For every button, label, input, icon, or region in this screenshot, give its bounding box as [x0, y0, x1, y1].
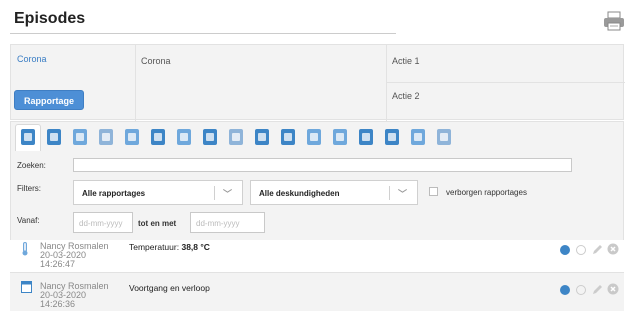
thermometer-icon: [22, 242, 28, 256]
calendar-icon[interactable]: [45, 128, 63, 146]
report-description: Voortgang en verloop: [129, 283, 210, 293]
delete-icon[interactable]: [607, 283, 619, 295]
briefcase-icon[interactable]: [71, 128, 89, 146]
stethoscope-icon[interactable]: [279, 128, 297, 146]
filters-label: Filters:: [17, 184, 41, 193]
hidden-reports-label: verborgen rapportages: [446, 188, 527, 197]
report-icon[interactable]: [19, 128, 37, 146]
printer-icon[interactable]: [603, 11, 625, 31]
report-type-select[interactable]: Alle rapportages ﹀: [73, 180, 243, 205]
title-divider: [10, 33, 396, 34]
report-time: 14:26:47: [40, 259, 76, 269]
expertise-select-value: Alle deskundigheden: [259, 189, 340, 198]
edit-icon[interactable]: [592, 244, 603, 255]
bottle-icon[interactable]: [175, 128, 193, 146]
thermometer-icon[interactable]: [123, 128, 141, 146]
report-row[interactable]: Nancy Rosmalen 20-03-2020 14:26:36 Voort…: [10, 272, 624, 311]
action-2[interactable]: Actie 2: [392, 91, 420, 101]
view-icon[interactable]: [576, 245, 586, 255]
expertise-select[interactable]: Alle deskundigheden ﹀: [250, 180, 418, 205]
hidden-reports-checkbox[interactable]: [429, 187, 438, 196]
until-date-input[interactable]: dd-mm-yyyy: [190, 212, 265, 233]
bandage-icon[interactable]: [201, 128, 219, 146]
report-desc-label: Temperatuur:: [129, 242, 180, 252]
from-date-input[interactable]: dd-mm-yyyy: [73, 212, 133, 233]
until-date-placeholder: dd-mm-yyyy: [196, 219, 240, 228]
report-type-select-value: Alle rapportages: [82, 189, 146, 198]
report-desc-value: 38,8 °C: [181, 242, 210, 252]
checklist-icon[interactable]: [305, 128, 323, 146]
from-label: Vanaf:: [17, 216, 40, 225]
episode-info-panel: [10, 44, 625, 121]
search-input[interactable]: [73, 158, 572, 172]
id-card-icon[interactable]: [383, 128, 401, 146]
chevron-down-icon: ﹀: [398, 189, 408, 199]
episode-name: Corona: [141, 56, 171, 66]
from-date-placeholder: dd-mm-yyyy: [79, 219, 123, 228]
until-label: tot en met: [138, 219, 177, 228]
heart-icon[interactable]: [97, 128, 115, 146]
search-label: Zoeken:: [17, 161, 46, 170]
face-icon[interactable]: [331, 128, 349, 146]
report-type-tabs: [10, 121, 624, 152]
status-dot-icon[interactable]: [560, 245, 570, 255]
group-icon[interactable]: [435, 128, 453, 146]
delete-icon[interactable]: [607, 243, 619, 255]
edit-icon[interactable]: [592, 284, 603, 295]
report-description: Temperatuur: 38,8 °C: [129, 242, 210, 252]
status-dot-icon[interactable]: [560, 285, 570, 295]
notebook-icon: [21, 281, 32, 293]
page-title: Episodes: [14, 10, 86, 27]
action-1[interactable]: Actie 1: [392, 56, 420, 66]
rapportage-button[interactable]: Rapportage: [14, 90, 84, 110]
scale-icon[interactable]: [149, 128, 167, 146]
layers-icon[interactable]: [227, 128, 245, 146]
chevron-down-icon: ﹀: [223, 189, 233, 199]
notes-icon[interactable]: [409, 128, 427, 146]
view-icon[interactable]: [576, 285, 586, 295]
document-icon[interactable]: [357, 128, 375, 146]
report-time: 14:26:36: [40, 299, 76, 309]
episode-link[interactable]: Corona: [17, 54, 47, 64]
medical-cross-icon[interactable]: [253, 128, 271, 146]
